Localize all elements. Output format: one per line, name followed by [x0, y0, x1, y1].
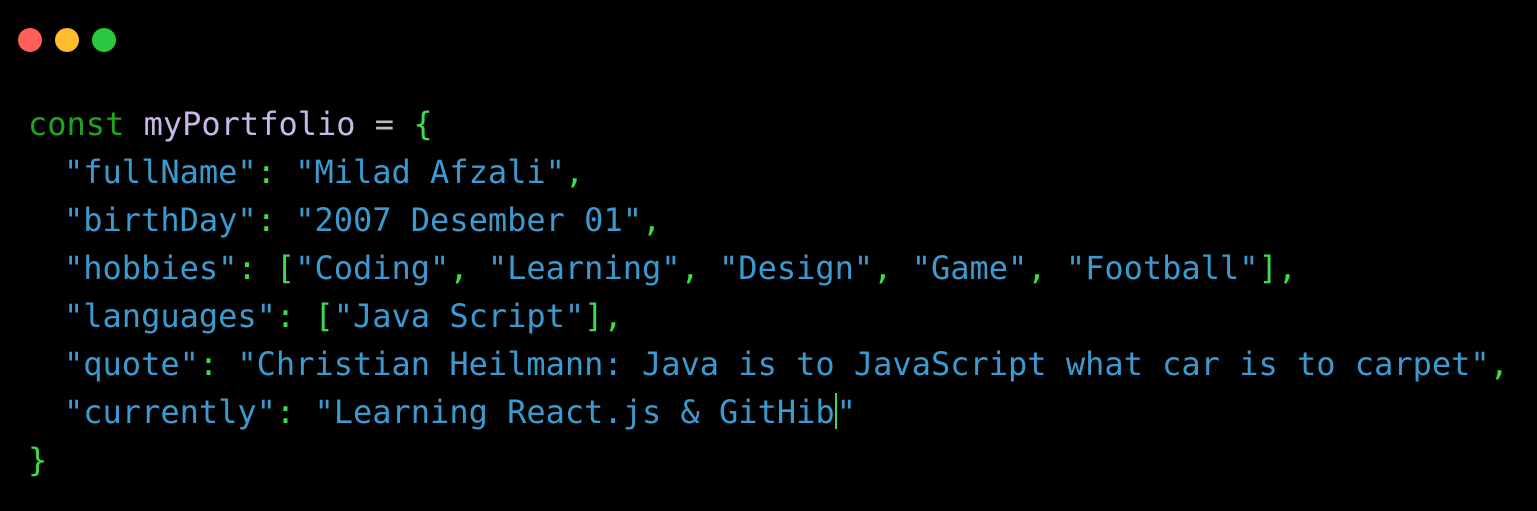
languages-key: "languages"	[64, 297, 276, 335]
hobby-item: "Coding"	[295, 249, 450, 287]
birthday-value: "2007 Desember 01"	[295, 201, 642, 239]
code-editor[interactable]: const myPortfolio = { "fullName": "Milad …	[28, 100, 1509, 484]
currently-value: "Learning React.js & GitHib	[314, 393, 835, 431]
code-line-fullname: "fullName": "Milad Afzali",	[64, 153, 585, 191]
birthday-key: "birthDay"	[64, 201, 257, 239]
assign-operator: =	[374, 105, 395, 143]
hobby-item: "Football"	[1065, 249, 1259, 287]
maximize-window-button[interactable]	[92, 28, 116, 52]
language-item: "Java Script"	[333, 297, 585, 335]
fullname-value: "Milad Afzali"	[295, 153, 565, 191]
currently-key: "currently"	[64, 393, 276, 431]
quote-key: "quote"	[64, 345, 199, 383]
code-line-birthday: "birthDay": "2007 Desember 01",	[64, 201, 662, 239]
code-line-hobbies: "hobbies": ["Coding", "Learning", "Desig…	[64, 249, 1297, 287]
code-line-declaration: const myPortfolio = {	[28, 100, 1509, 148]
quote-value: "Christian Heilmann: Java is to JavaScri…	[237, 345, 1490, 383]
currently-value-close-quote: "	[836, 393, 856, 431]
fullname-key: "fullName"	[64, 153, 257, 191]
code-line-quote: "quote": "Christian Heilmann: Java is to…	[64, 345, 1509, 383]
hobby-item: "Learning"	[487, 249, 681, 287]
code-line-languages: "languages": ["Java Script"],	[64, 297, 623, 335]
close-window-button[interactable]	[18, 28, 42, 52]
const-keyword: const	[28, 105, 125, 143]
hobbies-key: "hobbies"	[64, 249, 238, 287]
terminal-window: const myPortfolio = { "fullName": "Milad …	[0, 0, 1537, 511]
close-brace: }	[28, 441, 48, 479]
minimize-window-button[interactable]	[55, 28, 79, 52]
code-line-currently: "currently": "Learning React.js & GitHib…	[64, 393, 856, 431]
code-line-close: }	[28, 436, 1509, 484]
hobby-item: "Game"	[911, 249, 1028, 287]
hobby-item: "Design"	[719, 249, 874, 287]
window-controls	[18, 28, 116, 52]
open-brace: {	[413, 105, 433, 143]
variable-name: myPortfolio	[143, 105, 356, 143]
